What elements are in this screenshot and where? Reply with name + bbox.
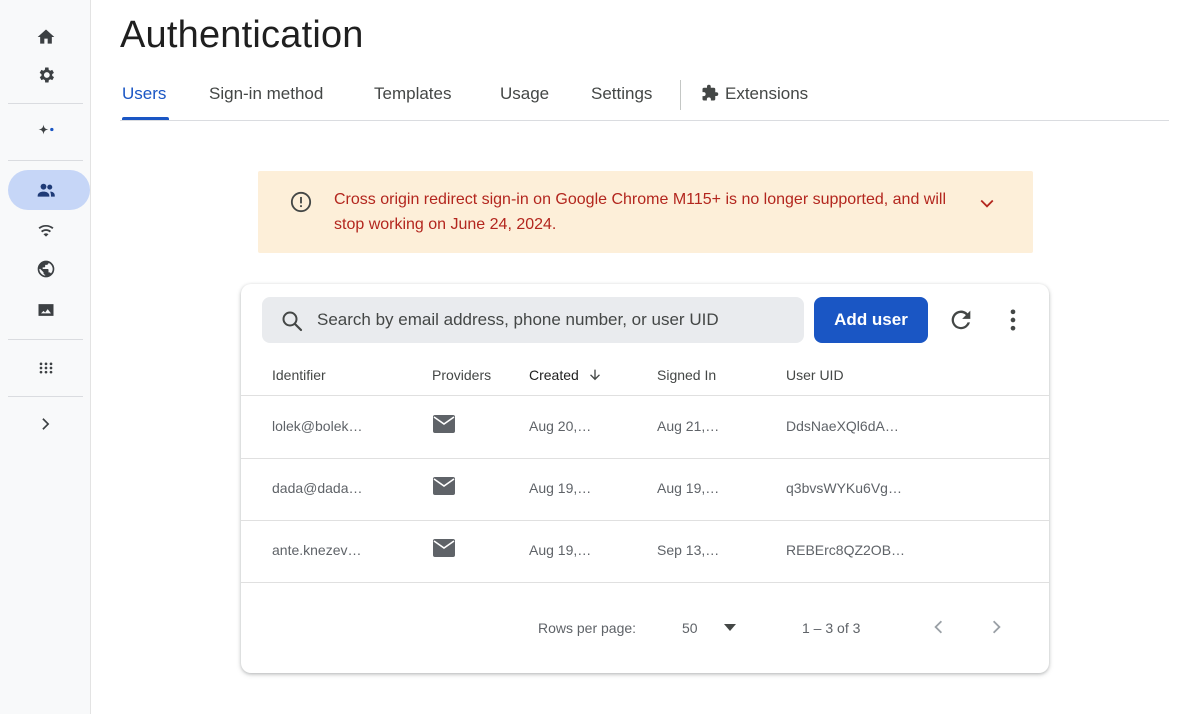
page-title: Authentication <box>120 14 364 56</box>
active-tab-underline <box>122 117 169 120</box>
tab-users[interactable]: Users <box>122 84 166 104</box>
sparkle-icon[interactable] <box>0 114 91 150</box>
cell-signed-in: Sep 13,… <box>657 542 720 558</box>
tab-bar: Users Sign-in method Templates Usage Set… <box>120 80 1169 121</box>
home-icon[interactable] <box>0 19 91 55</box>
column-header-created-label: Created <box>529 367 579 383</box>
globe-icon[interactable] <box>0 251 91 287</box>
warning-banner: Cross origin redirect sign-in on Google … <box>258 171 1033 253</box>
column-header-identifier: Identifier <box>272 367 326 383</box>
mail-icon <box>433 477 455 495</box>
tab-templates[interactable]: Templates <box>374 84 451 104</box>
add-user-button[interactable]: Add user <box>814 297 928 343</box>
cell-signed-in: Aug 21,… <box>657 418 720 434</box>
column-header-signed-in: Signed In <box>657 367 717 383</box>
tab-extensions-label: Extensions <box>725 84 809 103</box>
left-nav-rail <box>0 0 91 714</box>
pagination-bar: Rows per page: 50 1 – 3 of 3 <box>241 600 1049 660</box>
mail-icon <box>433 415 455 433</box>
cell-created: Aug 20,… <box>529 418 592 434</box>
rail-divider <box>8 396 83 397</box>
arrow-down-icon <box>589 369 600 381</box>
refresh-icon[interactable] <box>947 306 975 334</box>
table-row[interactable]: dada@dada… Aug 19,… Aug 19,… q3bvsWYKu6V… <box>241 459 1049 521</box>
cell-user-uid: REBErc8QZ2OB… <box>786 542 906 558</box>
next-page-icon[interactable] <box>986 616 1008 638</box>
prev-page-icon[interactable] <box>927 616 949 638</box>
mail-icon <box>433 539 455 557</box>
cell-user-uid: DdsNaeXQl6dA… <box>786 418 899 434</box>
column-header-created[interactable]: Created <box>529 367 603 383</box>
table-row[interactable]: ante.knezev… Aug 19,… Sep 13,… REBErc8QZ… <box>241 521 1049 583</box>
apps-grid-icon[interactable] <box>0 350 91 386</box>
pagination-range: 1 – 3 of 3 <box>802 620 861 636</box>
rail-divider <box>8 103 83 104</box>
column-header-providers: Providers <box>432 367 492 383</box>
search-input[interactable] <box>317 305 787 335</box>
dropdown-arrow-icon[interactable] <box>723 622 737 632</box>
rows-per-page-select[interactable]: 50 <box>682 620 698 636</box>
chevron-right-icon[interactable] <box>0 406 91 442</box>
gear-icon[interactable] <box>0 57 91 93</box>
tab-sign-in-method[interactable]: Sign-in method <box>209 84 323 104</box>
cell-created: Aug 19,… <box>529 480 592 496</box>
table-row[interactable]: lolek@bolek… Aug 20,… Aug 21,… DdsNaeXQl… <box>241 397 1049 459</box>
cell-user-uid: q3bvsWYKu6Vg… <box>786 480 902 496</box>
banner-message: Cross origin redirect sign-in on Google … <box>334 191 947 233</box>
tab-usage[interactable]: Usage <box>500 84 549 104</box>
wifi-icon[interactable] <box>0 212 91 248</box>
rail-divider <box>8 339 83 340</box>
cell-identifier: ante.knezev… <box>272 542 362 558</box>
tab-divider <box>680 80 681 110</box>
chevron-down-icon[interactable] <box>976 192 998 214</box>
puzzle-icon <box>701 84 719 102</box>
users-table-card: Add user Identifier Providers Created Si… <box>241 284 1049 673</box>
tab-settings[interactable]: Settings <box>591 84 652 104</box>
search-box <box>262 297 804 343</box>
users-icon[interactable] <box>0 172 91 208</box>
table-header: Identifier Providers Created Signed In U… <box>241 354 1049 396</box>
search-icon <box>282 311 303 332</box>
warning-icon <box>290 191 312 213</box>
more-vert-icon[interactable] <box>999 306 1027 334</box>
cell-signed-in: Aug 19,… <box>657 480 720 496</box>
column-header-user-uid: User UID <box>786 367 844 383</box>
rail-divider <box>8 160 83 161</box>
tab-extensions[interactable]: Extensions <box>701 84 808 104</box>
photo-icon[interactable] <box>0 292 91 328</box>
cell-identifier: lolek@bolek… <box>272 418 363 434</box>
rows-per-page-label: Rows per page: <box>538 620 637 636</box>
cell-created: Aug 19,… <box>529 542 592 558</box>
cell-identifier: dada@dada… <box>272 480 363 496</box>
